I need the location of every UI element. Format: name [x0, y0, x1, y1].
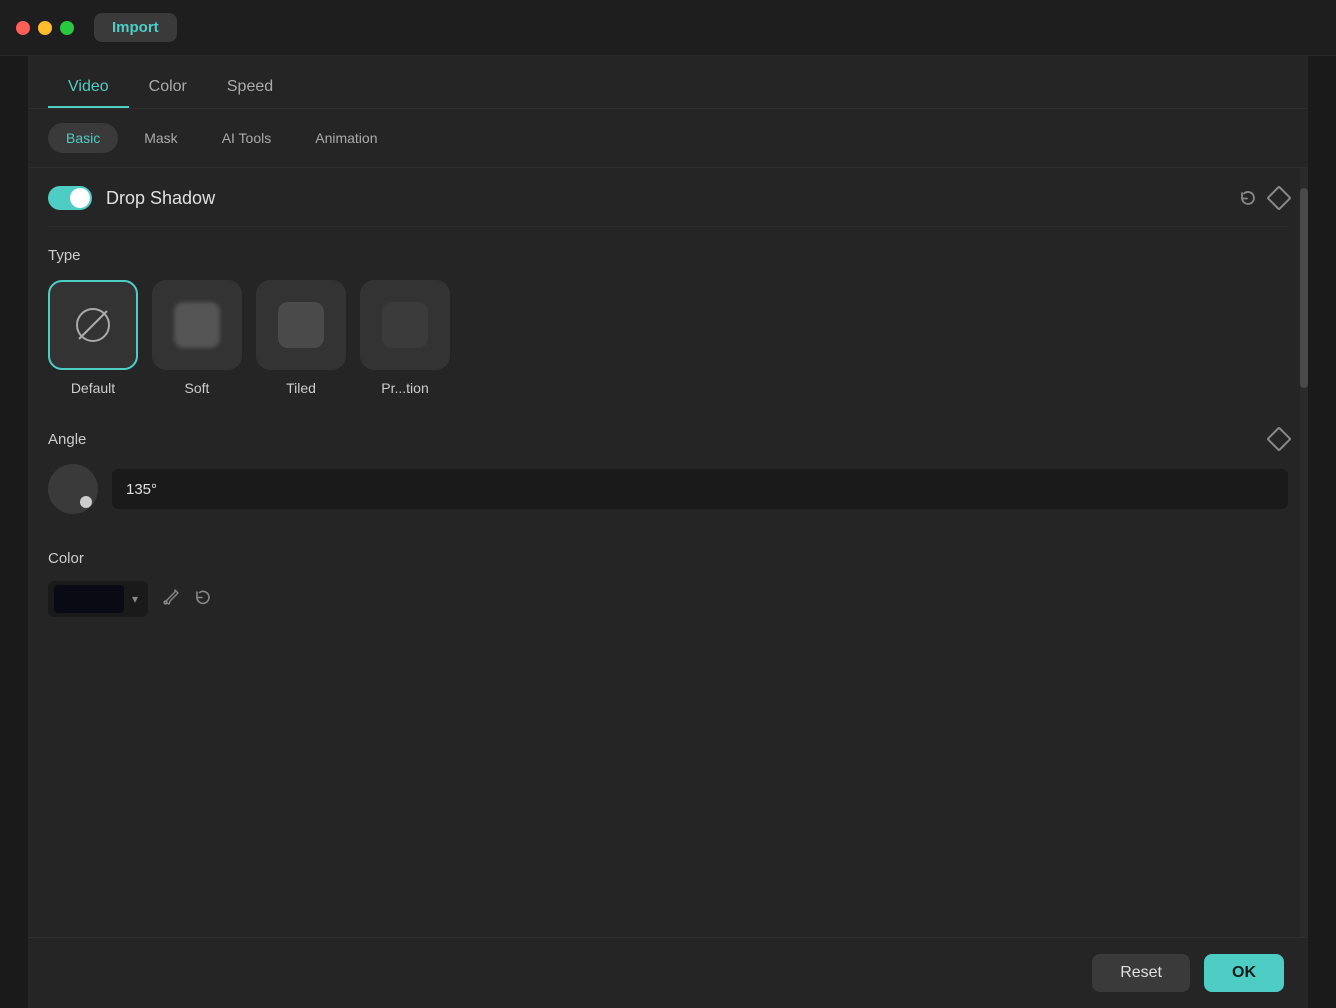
type-icon-projection [360, 280, 450, 370]
titlebar: Import [0, 0, 1336, 56]
subtab-mask[interactable]: Mask [126, 123, 195, 153]
angle-value: 135° [126, 481, 157, 498]
type-icon-tiled [256, 280, 346, 370]
type-option-soft[interactable]: Soft [152, 280, 242, 396]
color-swatch-container[interactable]: ▾ [48, 581, 148, 617]
color-reset-icon[interactable] [194, 588, 212, 611]
type-option-soft-label: Soft [185, 380, 210, 396]
color-label: Color [48, 550, 1288, 567]
scrollbar[interactable] [1300, 168, 1308, 937]
angle-label: Angle [48, 431, 86, 448]
type-icon-soft [152, 280, 242, 370]
subtab-ai-tools[interactable]: AI Tools [204, 123, 290, 153]
color-row: ▾ [48, 581, 1288, 617]
chevron-down-icon: ▾ [132, 592, 138, 606]
scrollbar-thumb[interactable] [1300, 188, 1308, 388]
type-option-default-label: Default [71, 380, 115, 396]
drop-shadow-header-left: Drop Shadow [48, 186, 215, 210]
color-swatch [54, 585, 124, 613]
drop-shadow-reset-icon[interactable] [1238, 188, 1258, 208]
main-panel: Video Color Speed Basic Mask AI Tools An… [28, 56, 1308, 1008]
tiled-square [278, 302, 324, 348]
angle-header: Angle [48, 430, 1288, 448]
type-option-default[interactable]: Default [48, 280, 138, 396]
type-option-projection[interactable]: Pr...tion [360, 280, 450, 396]
drop-shadow-header-icons [1238, 188, 1288, 208]
bottom-bar: Reset OK [28, 937, 1308, 1008]
soft-square [174, 302, 220, 348]
angle-slider-container[interactable]: 135° [112, 469, 1288, 509]
import-button[interactable]: Import [94, 13, 177, 42]
toggle-knob [70, 188, 90, 208]
drop-shadow-section: Drop Shadow [48, 168, 1288, 227]
type-option-tiled[interactable]: Tiled [256, 280, 346, 396]
minimize-button[interactable] [38, 21, 52, 35]
eyedropper-icon[interactable] [162, 588, 180, 611]
drop-shadow-title: Drop Shadow [106, 188, 215, 209]
color-section: Color ▾ [48, 530, 1288, 637]
maximize-button[interactable] [60, 21, 74, 35]
reset-button[interactable]: Reset [1092, 954, 1190, 992]
top-tabs: Video Color Speed [28, 56, 1308, 109]
subtab-animation[interactable]: Animation [297, 123, 395, 153]
proj-square [382, 302, 428, 348]
angle-knob[interactable] [48, 464, 98, 514]
tab-video[interactable]: Video [48, 68, 129, 108]
angle-row: 135° [48, 464, 1288, 514]
angle-keyframe-icon[interactable] [1270, 430, 1288, 448]
ok-button[interactable]: OK [1204, 954, 1284, 992]
subtab-basic[interactable]: Basic [48, 123, 118, 153]
traffic-lights [16, 21, 74, 35]
angle-diamond-icon [1266, 426, 1291, 451]
tab-color[interactable]: Color [129, 68, 207, 108]
type-section: Type Default [48, 227, 1288, 406]
drop-shadow-toggle[interactable] [48, 186, 92, 210]
tab-speed[interactable]: Speed [207, 68, 293, 108]
type-option-projection-label: Pr...tion [381, 380, 428, 396]
angle-knob-dot [80, 496, 92, 508]
sub-tabs: Basic Mask AI Tools Animation [28, 109, 1308, 168]
type-label: Type [48, 247, 1288, 264]
type-icon-default [48, 280, 138, 370]
diamond-icon [1266, 185, 1291, 210]
content-area: Drop Shadow Type [28, 168, 1308, 937]
type-options: Default Soft Tiled [48, 280, 1288, 396]
angle-section: Angle 135° [48, 406, 1288, 530]
type-option-tiled-label: Tiled [286, 380, 316, 396]
drop-shadow-keyframe-icon[interactable] [1270, 189, 1288, 207]
close-button[interactable] [16, 21, 30, 35]
